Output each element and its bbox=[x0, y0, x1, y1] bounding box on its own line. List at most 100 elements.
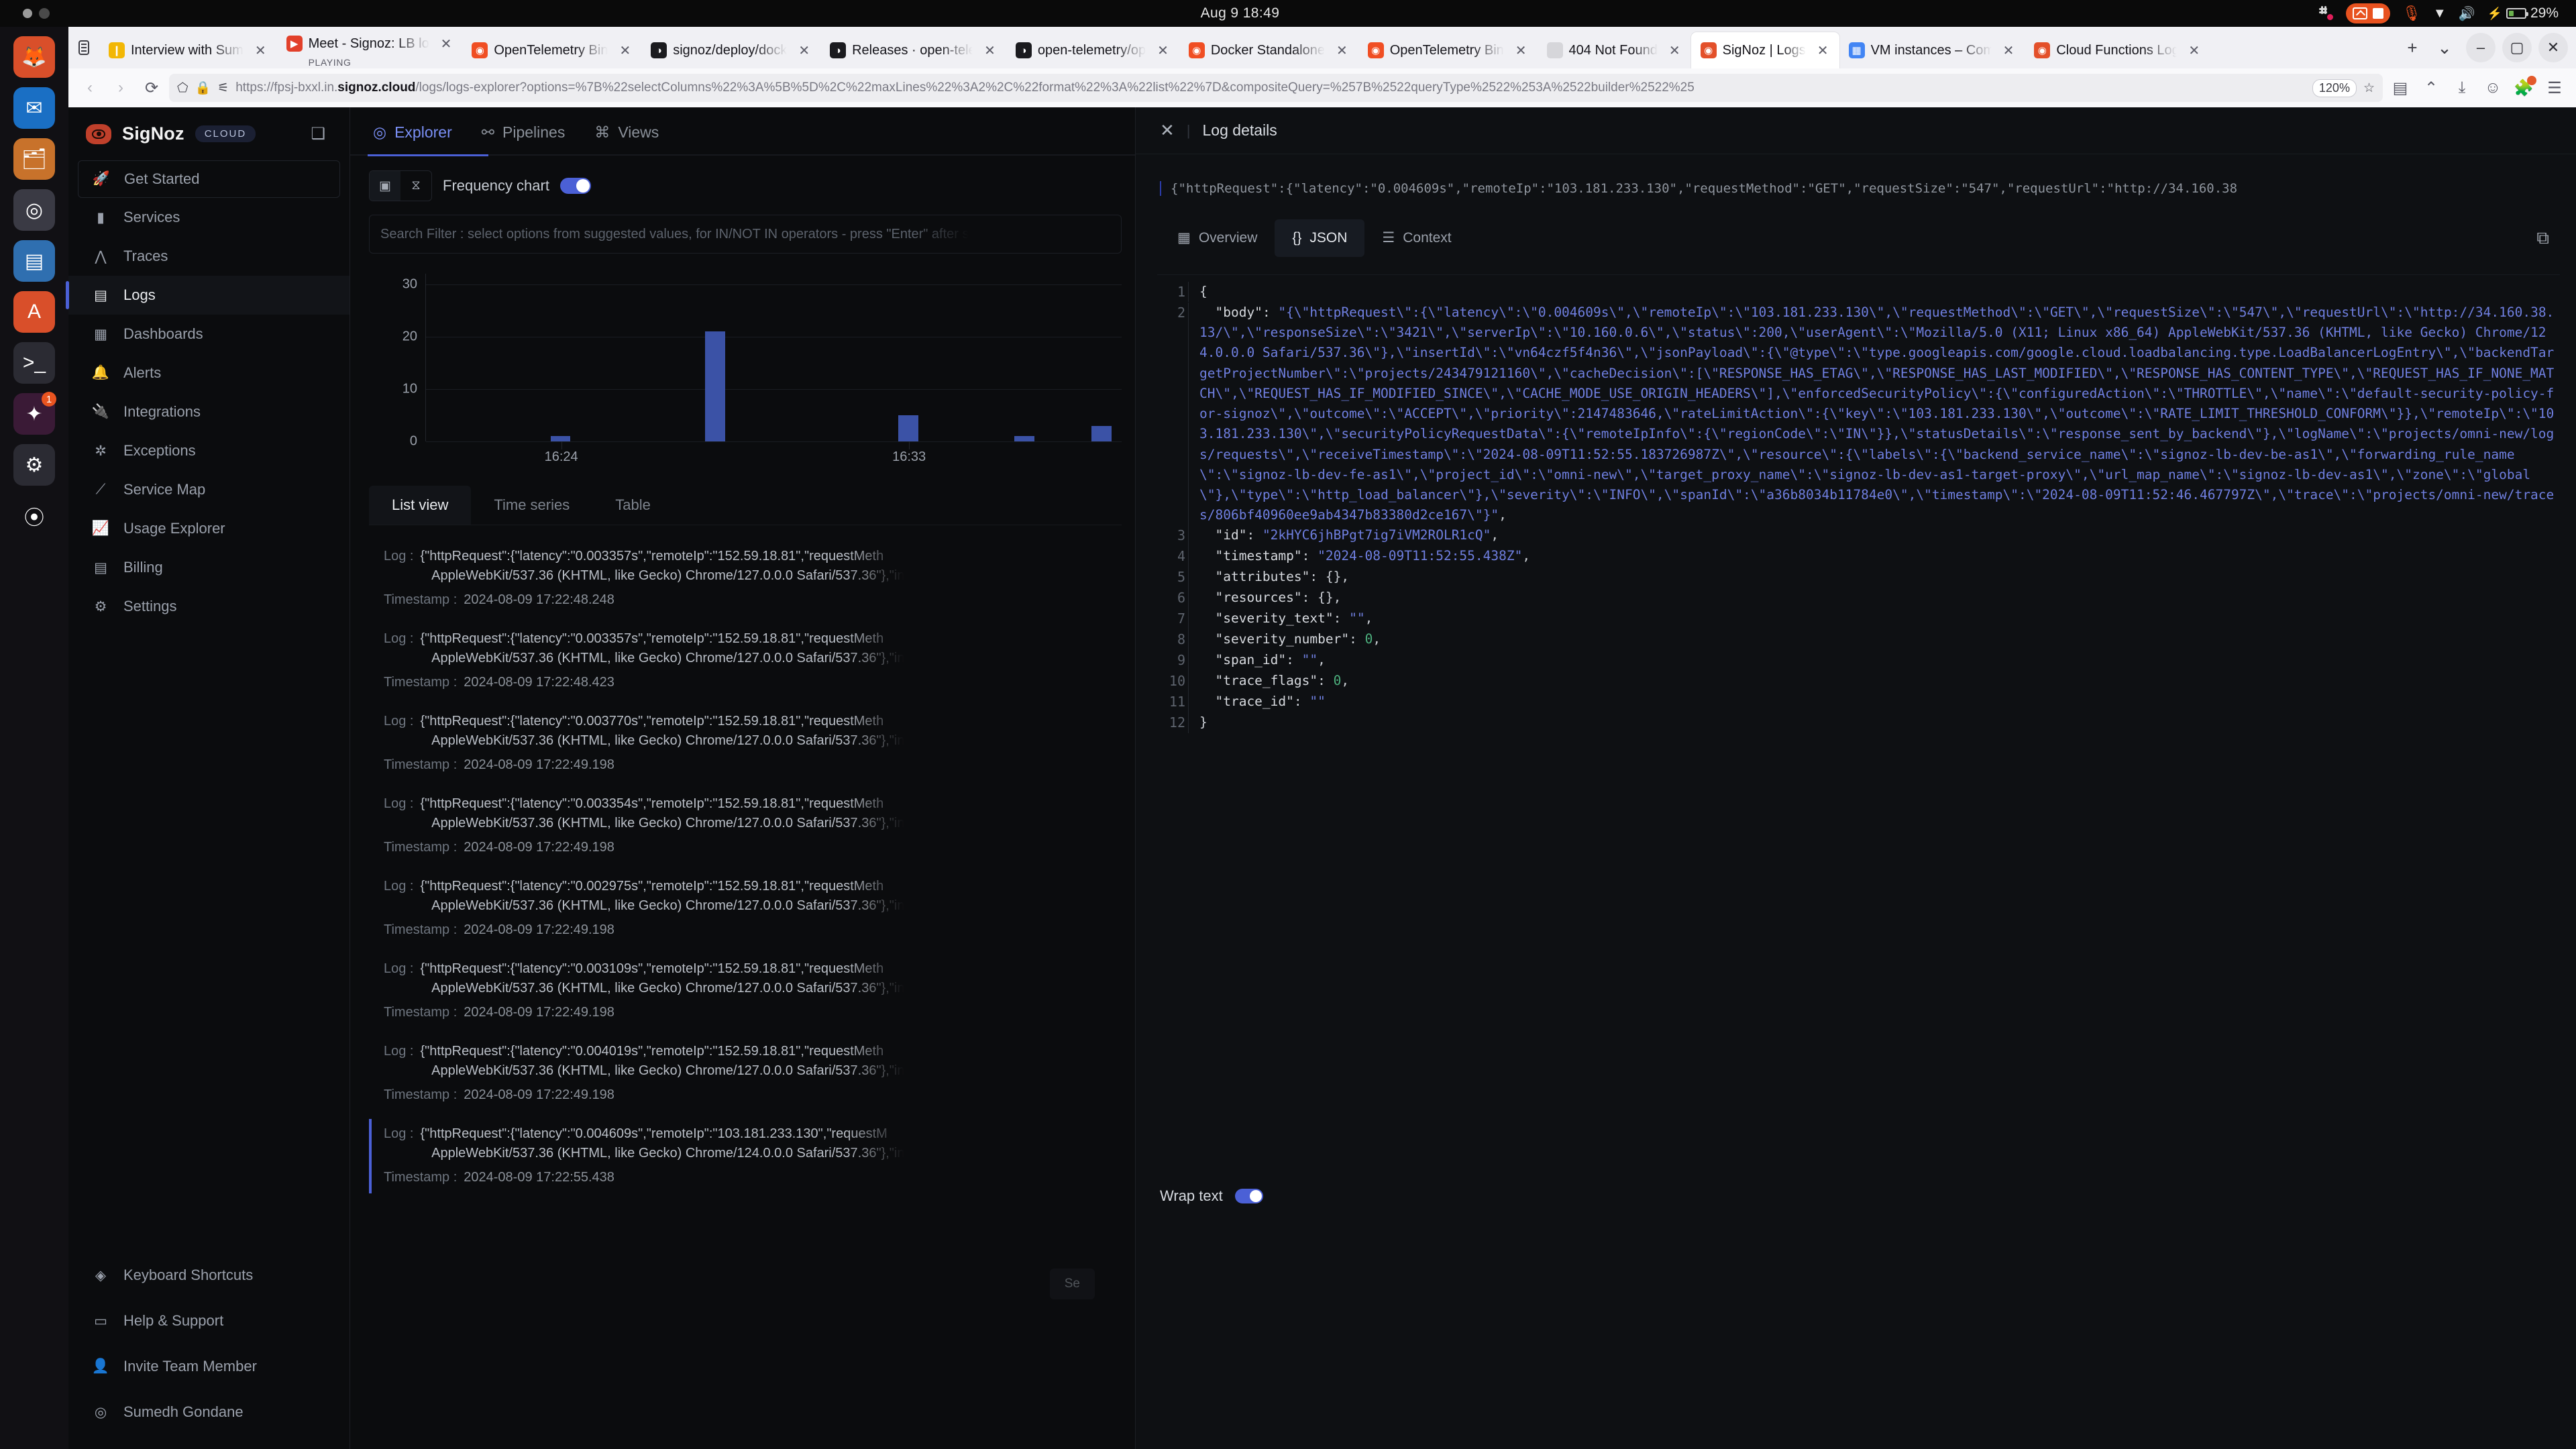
browser-tab[interactable]: ◑ Releases · open-tele ✕ bbox=[820, 32, 1006, 68]
raw-view-icon[interactable]: ▣ bbox=[370, 171, 400, 201]
tab-close-icon[interactable]: ✕ bbox=[1998, 42, 2020, 59]
log-list-item[interactable]: Log : {"httpRequest":{"latency":"0.003357… bbox=[369, 537, 1122, 620]
window-minimize-button[interactable]: – bbox=[2466, 33, 2496, 62]
browser-tab[interactable]: ◉ OpenTelemetry Bin ✕ bbox=[462, 32, 641, 68]
code-line-content[interactable]: "severity_number": 0, bbox=[1188, 629, 2560, 650]
dock-item-app-center[interactable]: A bbox=[13, 291, 55, 333]
stop-record-icon[interactable] bbox=[2372, 8, 2383, 19]
sidebar-item-usage-explorer[interactable]: 📈 Usage Explorer bbox=[68, 509, 350, 548]
url-bar[interactable]: ⬠ 🔒 ⚟ https://fpsj-bxxl.in.signoz.cloud/… bbox=[169, 74, 2383, 102]
account-icon[interactable]: ☺ bbox=[2479, 74, 2506, 101]
view-tab-table[interactable]: Table bbox=[592, 486, 674, 525]
sidebar-item-traces[interactable]: ⋀ Traces bbox=[68, 237, 350, 276]
sidebar-item-billing[interactable]: ▤ Billing bbox=[68, 548, 350, 587]
chart-bar[interactable] bbox=[898, 415, 918, 441]
sidebar-item-help-support[interactable]: ▭ Help & Support bbox=[68, 1301, 350, 1340]
drawer-tab-json[interactable]: {} JSON bbox=[1275, 219, 1365, 257]
sidebar-item-alerts[interactable]: 🔔 Alerts bbox=[68, 354, 350, 392]
log-list-item[interactable]: Log : {"httpRequest":{"latency":"0.003357… bbox=[369, 620, 1122, 702]
dock-item-libreoffice[interactable]: ▤ bbox=[13, 240, 55, 282]
tab-list-icon[interactable] bbox=[68, 27, 99, 68]
chart-bar[interactable] bbox=[550, 436, 571, 441]
tab-close-icon[interactable]: ✕ bbox=[1331, 42, 1353, 59]
floating-action-button[interactable]: Se bbox=[1049, 1269, 1095, 1299]
permissions-icon[interactable]: ⚟ bbox=[217, 80, 229, 96]
browser-tab[interactable]: ◑ signoz/deploy/dock ✕ bbox=[641, 32, 820, 68]
slack-icon[interactable] bbox=[2318, 6, 2334, 21]
close-icon[interactable]: ✕ bbox=[1160, 120, 1175, 141]
wrap-text-toggle[interactable] bbox=[1234, 1189, 1263, 1203]
sidebar-item-dashboards[interactable]: ▦ Dashboards bbox=[68, 315, 350, 354]
dock-item-files[interactable]: 🗂 bbox=[13, 138, 55, 180]
search-filter-input[interactable]: Search Filter : select options from sugg… bbox=[369, 215, 1122, 254]
tab-close-icon[interactable]: ✕ bbox=[1510, 42, 1532, 59]
drawer-tab-context[interactable]: ☰ Context bbox=[1364, 219, 1468, 257]
code-line-content[interactable]: "trace_id": "" bbox=[1188, 692, 2560, 712]
lock-icon[interactable]: 🔒 bbox=[195, 80, 211, 96]
container-tabs-icon[interactable]: ▤ bbox=[2387, 74, 2414, 101]
sidebar-item-invite-team-member[interactable]: 👤 Invite Team Member bbox=[68, 1347, 350, 1386]
code-line-content[interactable]: "id": "2kHYC6jhBPgt7ig7iVM2ROLR1cQ", bbox=[1188, 525, 2560, 546]
tab-close-icon[interactable]: ✕ bbox=[1812, 42, 1834, 59]
log-list-item[interactable]: Log : {"httpRequest":{"latency":"0.003354… bbox=[369, 785, 1122, 867]
view-mode-segmented[interactable]: ▣ ⧖ bbox=[369, 170, 432, 201]
code-line-content[interactable]: { bbox=[1188, 282, 2560, 303]
tab-close-icon[interactable]: ✕ bbox=[793, 42, 815, 59]
os-clock[interactable]: Aug 9 18:49 bbox=[161, 5, 2319, 21]
list-all-tabs-button[interactable]: ⌄ bbox=[2430, 33, 2459, 62]
sidebar-item-get-started[interactable]: 🚀 Get Started bbox=[78, 160, 340, 198]
sidebar-item-service-map[interactable]: ⟋ Service Map bbox=[68, 470, 350, 509]
view-tab-list-view[interactable]: List view bbox=[369, 486, 472, 525]
sidebar-item-keyboard-shortcuts[interactable]: ◈ Keyboard Shortcuts bbox=[68, 1256, 350, 1295]
browser-tab[interactable]: ◉ Cloud Functions Log ✕ bbox=[2025, 32, 2210, 68]
sidebar-item-integrations[interactable]: 🔌 Integrations bbox=[68, 392, 350, 431]
tab-close-icon[interactable]: ✕ bbox=[614, 42, 636, 59]
sidebar-item-settings[interactable]: ⚙ Settings bbox=[68, 587, 350, 626]
dock-item-settings[interactable]: ⚙ bbox=[13, 444, 55, 486]
browser-tab[interactable]: ◑ open-telemetry/op ✕ bbox=[1006, 32, 1179, 68]
window-maximize-button[interactable]: ▢ bbox=[2502, 33, 2532, 62]
tab-close-icon[interactable]: ✕ bbox=[979, 42, 1001, 59]
explorer-tab-pipelines[interactable]: ⚯ Pipelines bbox=[482, 123, 566, 151]
browser-tab[interactable]: ◉ OpenTelemetry Bin ✕ bbox=[1358, 32, 1538, 68]
tab-close-icon[interactable]: ✕ bbox=[435, 36, 458, 52]
view-tab-time-series[interactable]: Time series bbox=[471, 486, 592, 525]
chart-view-icon[interactable]: ⧖ bbox=[400, 171, 431, 201]
dock-item-terminal[interactable]: >_ bbox=[13, 342, 55, 384]
browser-tab[interactable]: 404 Not Found ✕ bbox=[1538, 32, 1691, 68]
copy-icon[interactable]: ⧉ bbox=[2536, 227, 2549, 249]
browser-tab[interactable]: ◉ SigNoz | Logs ✕ bbox=[1690, 32, 1839, 68]
chart-bar[interactable] bbox=[704, 331, 725, 441]
code-line-content[interactable]: "severity_text": "", bbox=[1188, 608, 2560, 629]
dock-item-rhythmbox[interactable]: ◎ bbox=[13, 189, 55, 231]
log-list-item[interactable]: Log : {"httpRequest":{"latency":"0.004609… bbox=[369, 1115, 1122, 1197]
code-line-content[interactable]: "trace_flags": 0, bbox=[1188, 671, 2560, 692]
downloads-icon[interactable]: ⤓ bbox=[2449, 74, 2475, 101]
browser-tab[interactable]: ▦ VM instances – Com ✕ bbox=[1839, 32, 2025, 68]
explorer-tab-views[interactable]: ⌘ Views bbox=[594, 123, 659, 151]
json-code-block[interactable]: 1{2 "body": "{\"httpRequest\":{\"latency… bbox=[1157, 274, 2560, 733]
log-list[interactable]: Log : {"httpRequest":{"latency":"0.003357… bbox=[369, 537, 1122, 1309]
code-line-content[interactable]: "body": "{\"httpRequest\":{\"latency\":\… bbox=[1188, 303, 2560, 526]
window-close-button[interactable]: ✕ bbox=[2538, 33, 2568, 62]
os-activities[interactable] bbox=[0, 8, 161, 19]
drawer-tab-overview[interactable]: ▦ Overview bbox=[1160, 219, 1275, 257]
chart-bar[interactable] bbox=[1014, 436, 1034, 441]
forward-icon[interactable]: › bbox=[107, 74, 134, 101]
dock-item-firefox[interactable]: 🦊 bbox=[13, 36, 55, 78]
dock-item-slack[interactable]: ✦ 1 bbox=[13, 392, 56, 435]
extensions-icon[interactable]: 🧩 bbox=[2510, 74, 2537, 101]
tab-close-icon[interactable]: ✕ bbox=[1152, 42, 1174, 59]
tab-close-icon[interactable]: ✕ bbox=[1664, 42, 1686, 59]
browser-tab[interactable]: ❙ Interview with Sum ✕ bbox=[99, 32, 277, 68]
frequency-chart-toggle[interactable] bbox=[559, 178, 591, 194]
collapse-sidebar-icon[interactable]: ❑ bbox=[311, 124, 335, 144]
new-tab-button[interactable]: + bbox=[2398, 33, 2427, 62]
code-line-content[interactable]: "attributes": {}, bbox=[1188, 567, 2560, 588]
sidebar-item-exceptions[interactable]: ✲ Exceptions bbox=[68, 431, 350, 470]
browser-tab[interactable]: ◉ Docker Standalone ✕ bbox=[1179, 32, 1358, 68]
zoom-level-badge[interactable]: 120% bbox=[2312, 78, 2357, 97]
sidebar-item-services[interactable]: ▮ Services bbox=[68, 198, 350, 237]
code-line-content[interactable]: "span_id": "", bbox=[1188, 650, 2560, 671]
back-icon[interactable]: ‹ bbox=[76, 74, 103, 101]
